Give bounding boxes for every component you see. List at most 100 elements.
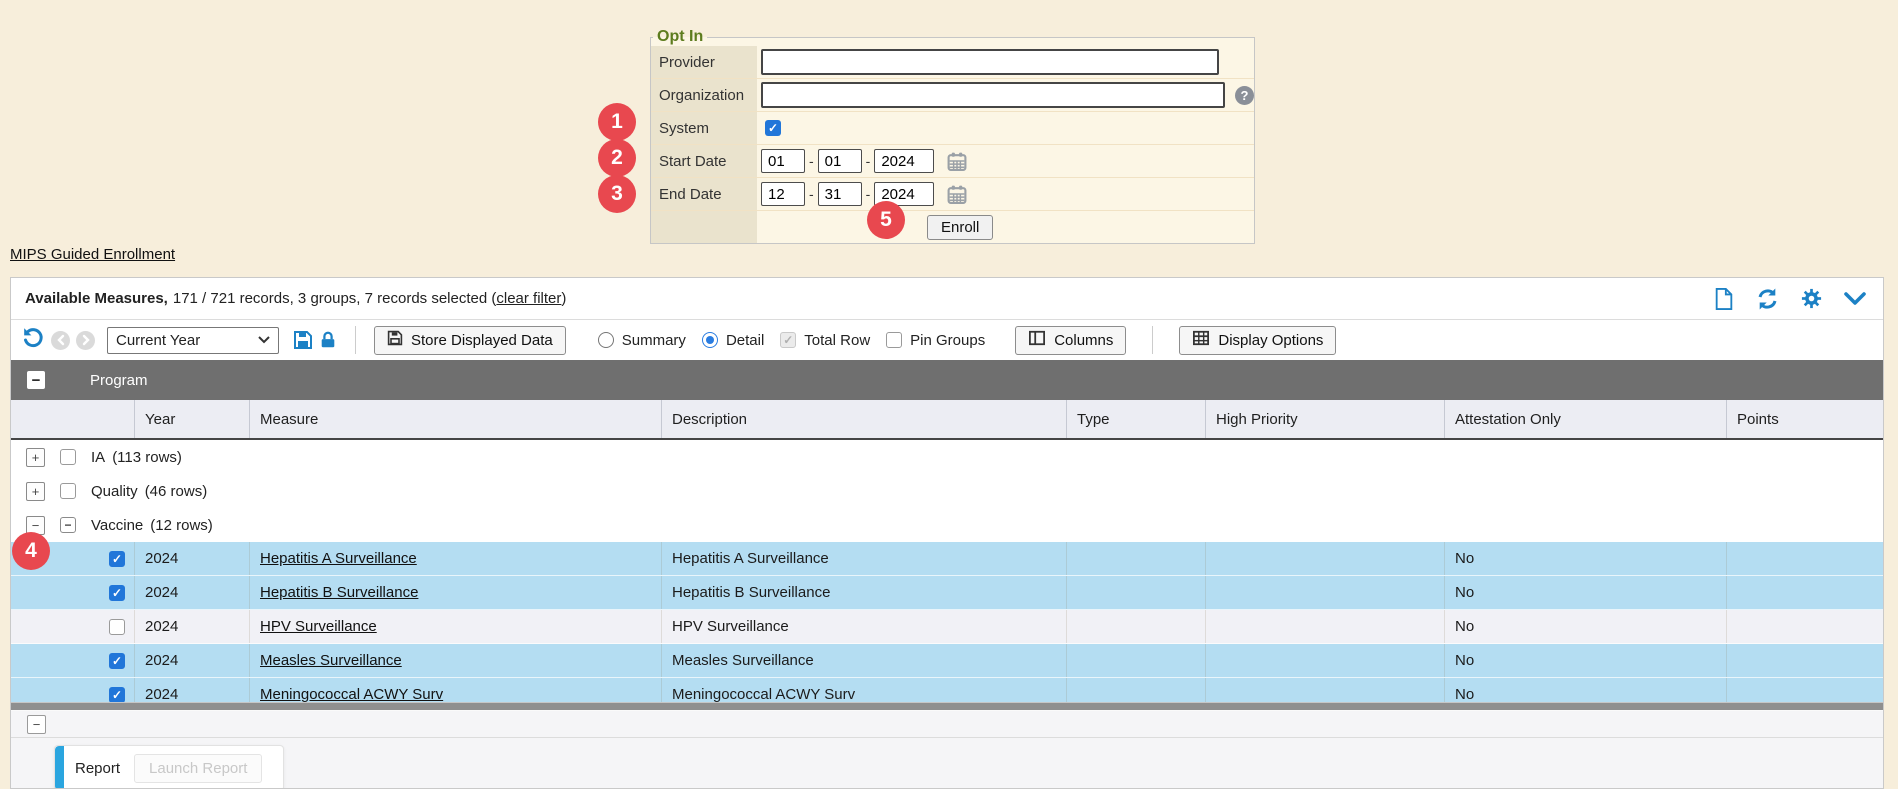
date-separator: - — [866, 186, 871, 202]
start-month-input[interactable] — [761, 149, 805, 173]
row-checkbox[interactable] — [109, 687, 125, 703]
row-checkbox[interactable] — [109, 551, 125, 567]
cell-type — [1066, 542, 1205, 575]
cell-attestation-only: No — [1444, 644, 1726, 677]
provider-input[interactable] — [761, 49, 1219, 75]
pin-groups-checkbox[interactable] — [886, 332, 902, 348]
step-badge-5: 5 — [867, 201, 905, 239]
cell-type — [1066, 644, 1205, 677]
chevron-down-icon — [258, 336, 270, 344]
calendar-icon[interactable] — [946, 151, 968, 172]
header-attestation-only[interactable]: Attestation Only — [1444, 400, 1726, 438]
group-checkbox[interactable] — [60, 483, 76, 499]
organization-input[interactable] — [761, 82, 1225, 108]
clipped-row-wrap: 2024 Meningococcal ACWY Surv Meningococc… — [11, 678, 1883, 702]
group-label: IA — [91, 449, 105, 466]
header-year[interactable]: Year — [134, 400, 249, 438]
horizontal-scrollbar[interactable] — [11, 702, 1883, 711]
group-checkbox-indeterminate[interactable] — [60, 517, 76, 533]
table-row[interactable]: 2024 Hepatitis A Surveillance Hepatitis … — [11, 542, 1883, 576]
save-icon — [387, 330, 403, 350]
enroll-button[interactable]: Enroll — [927, 215, 993, 240]
available-measures-panel: Available Measures, 171 / 721 records, 3… — [10, 277, 1884, 789]
collapse-program-icon[interactable] — [27, 371, 45, 389]
detail-radio[interactable] — [702, 332, 718, 348]
header-measure[interactable]: Measure — [249, 400, 661, 438]
report-card-accent — [55, 746, 64, 789]
store-displayed-data-button[interactable]: Store Displayed Data — [374, 326, 566, 355]
end-month-input[interactable] — [761, 182, 805, 206]
cell-description: Hepatitis B Surveillance — [661, 576, 1066, 609]
cell-attestation-only: No — [1444, 610, 1726, 643]
group-row-ia[interactable]: IA (113 rows) — [11, 440, 1883, 474]
collapse-report-section-icon[interactable] — [27, 715, 46, 734]
launch-report-button[interactable]: Launch Report — [134, 754, 262, 783]
display-options-button[interactable]: Display Options — [1179, 326, 1336, 355]
measure-link[interactable]: Measles Surveillance — [260, 652, 402, 669]
mips-guided-enrollment-link[interactable]: MIPS Guided Enrollment — [10, 246, 175, 263]
start-date-label: Start Date — [651, 145, 757, 177]
start-year-input[interactable] — [874, 149, 934, 173]
undo-icon[interactable] — [21, 326, 45, 354]
expand-icon[interactable] — [26, 482, 45, 501]
total-row-checkbox[interactable] — [780, 332, 796, 348]
table-row[interactable]: 2024 HPV Surveillance HPV Surveillance N… — [11, 610, 1883, 644]
cell-points — [1726, 576, 1883, 609]
cell-attestation-only: No — [1444, 576, 1726, 609]
panel-title: Available Measures, — [25, 290, 168, 307]
enroll-row-label — [651, 211, 757, 243]
measure-link[interactable]: HPV Surveillance — [260, 618, 377, 635]
forward-icon[interactable] — [76, 331, 95, 350]
cell-points — [1726, 644, 1883, 677]
group-row-vaccine[interactable]: Vaccine (12 rows) — [11, 508, 1883, 542]
row-checkbox[interactable] — [109, 619, 125, 635]
provider-row: Provider — [651, 46, 1254, 79]
table-row[interactable]: 2024 Meningococcal ACWY Surv Meningococc… — [11, 678, 1883, 702]
clear-filter-link[interactable]: clear filter — [496, 290, 561, 307]
panel-titlebar: Available Measures, 171 / 721 records, 3… — [11, 278, 1883, 320]
measure-link[interactable]: Hepatitis A Surveillance — [260, 550, 417, 567]
table-row[interactable]: 2024 Measles Surveillance Measles Survei… — [11, 644, 1883, 678]
program-group-band: Program — [11, 360, 1883, 400]
header-description[interactable]: Description — [661, 400, 1066, 438]
step-badge-4: 4 — [12, 532, 50, 570]
refresh-icon[interactable] — [1755, 287, 1780, 311]
row-checkbox[interactable] — [109, 653, 125, 669]
collapse-panel-chevron-icon[interactable] — [1843, 290, 1867, 308]
end-day-input[interactable] — [818, 182, 862, 206]
total-row-label: Total Row — [804, 332, 870, 349]
save-view-icon[interactable] — [293, 330, 313, 350]
year-range-select[interactable]: Current Year — [107, 327, 279, 354]
calendar-icon[interactable] — [946, 184, 968, 205]
cell-high-priority — [1205, 644, 1444, 677]
group-checkbox[interactable] — [60, 449, 76, 465]
cell-points — [1726, 542, 1883, 575]
start-day-input[interactable] — [818, 149, 862, 173]
year-range-value: Current Year — [116, 332, 200, 349]
back-icon[interactable] — [51, 331, 70, 350]
columns-button[interactable]: Columns — [1015, 326, 1126, 355]
gear-icon[interactable] — [1800, 287, 1823, 310]
enroll-row: Enroll — [651, 211, 1254, 243]
table-row[interactable]: 2024 Hepatitis B Surveillance Hepatitis … — [11, 576, 1883, 610]
header-points[interactable]: Points — [1726, 400, 1883, 438]
header-type[interactable]: Type — [1066, 400, 1205, 438]
header-high-priority[interactable]: High Priority — [1205, 400, 1444, 438]
summary-radio[interactable] — [598, 332, 614, 348]
system-checkbox[interactable] — [765, 120, 781, 136]
help-icon[interactable]: ? — [1235, 86, 1254, 105]
organization-row: Organization ? — [651, 79, 1254, 112]
measure-link[interactable]: Hepatitis B Surveillance — [260, 584, 418, 601]
cell-year: 2024 — [134, 542, 249, 575]
expand-icon[interactable] — [26, 448, 45, 467]
group-row-quality[interactable]: Quality (46 rows) — [11, 474, 1883, 508]
measure-link[interactable]: Meningococcal ACWY Surv — [260, 686, 443, 702]
new-document-icon[interactable] — [1713, 287, 1735, 311]
cell-attestation-only: No — [1444, 678, 1726, 702]
report-tab-label: Report — [75, 760, 120, 777]
lock-icon[interactable] — [319, 330, 337, 350]
toolbar-separator — [355, 326, 356, 354]
group-count: (12 rows) — [150, 517, 213, 534]
group-label: Quality — [91, 483, 138, 500]
row-checkbox[interactable] — [109, 585, 125, 601]
